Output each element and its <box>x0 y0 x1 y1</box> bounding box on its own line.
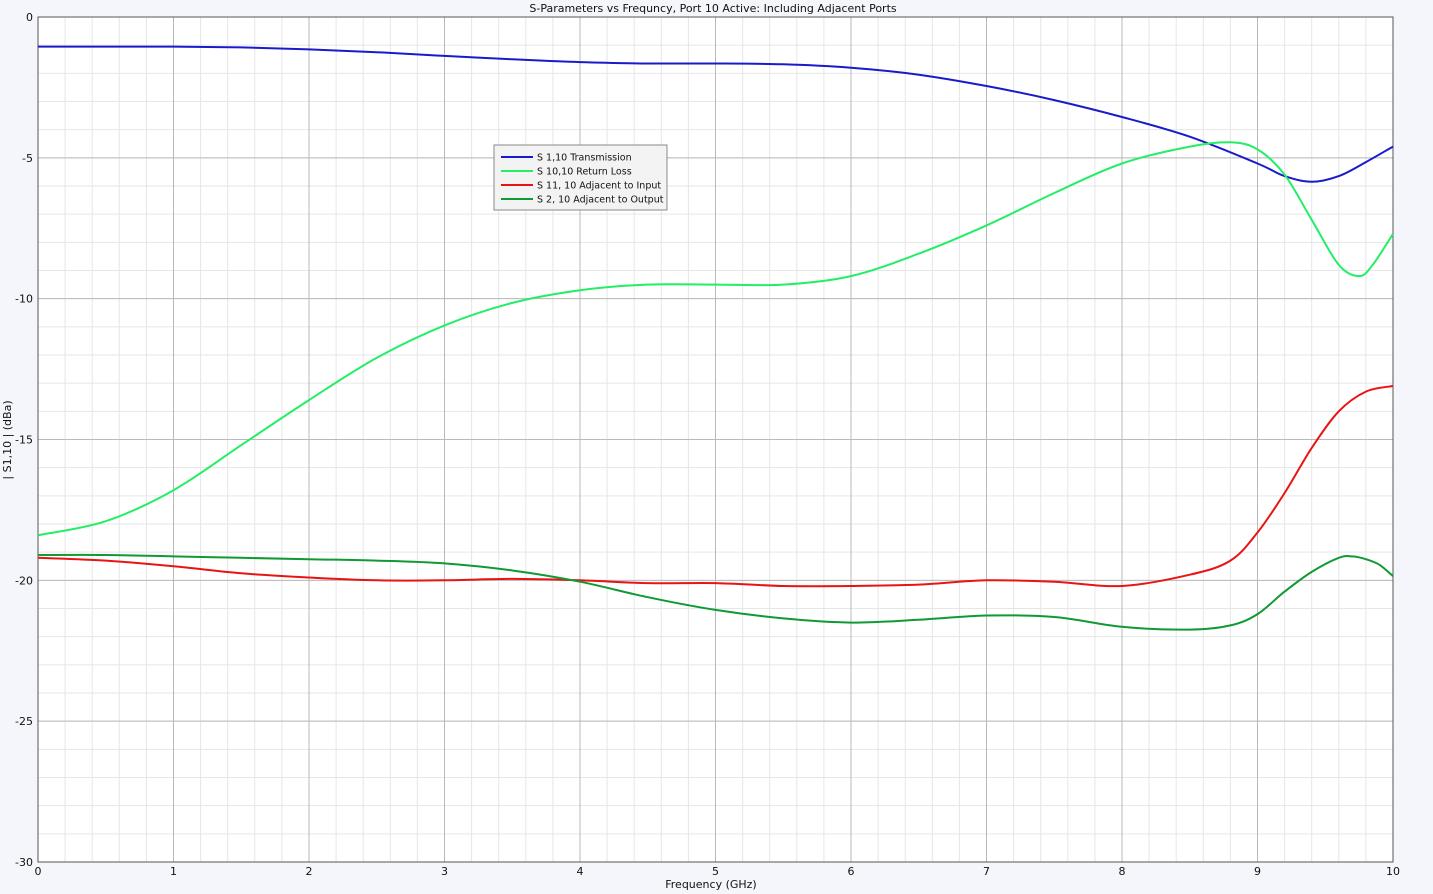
chart-title: S-Parameters vs Frequncy, Port 10 Active… <box>529 2 897 15</box>
x-tick-label: 9 <box>1254 865 1261 878</box>
x-tick-label: 8 <box>1119 865 1126 878</box>
s-parameter-chart: 0 1 2 3 4 5 6 7 8 9 10 0 -5 -10 -15 -20 -25 -30 S-Parame… <box>0 0 1433 894</box>
y-tick-label: -20 <box>15 574 33 587</box>
x-tick-label: 3 <box>441 865 448 878</box>
x-tick-label: 2 <box>306 865 313 878</box>
y-tick-label: -10 <box>15 293 33 306</box>
y-tick-label: -25 <box>15 715 33 728</box>
legend-label-s10-10-return-loss: S 10,10 Return Loss <box>537 167 632 178</box>
x-tick-label: 10 <box>1386 865 1400 878</box>
x-tick-label: 5 <box>712 865 719 878</box>
y-tick-label: 0 <box>26 11 33 24</box>
x-tick-label: 0 <box>35 865 42 878</box>
x-tick-label: 4 <box>577 865 584 878</box>
legend-label-s2-10-adjacent-output: S 2, 10 Adjacent to Output <box>537 195 664 206</box>
y-axis-label: | S1,10 | (dBa) <box>1 400 14 479</box>
y-tick-label: -30 <box>15 856 33 869</box>
y-tick-label: -15 <box>15 434 33 447</box>
x-tick-label: 6 <box>848 865 855 878</box>
x-tick-label: 7 <box>983 865 990 878</box>
legend-label-s1-10-transmission: S 1,10 Transmission <box>537 153 632 164</box>
x-axis-label: Frequency (GHz) <box>665 878 756 891</box>
legend: S 1,10 Transmission S 10,10 Return Loss S … <box>493 144 668 211</box>
x-tick-label: 1 <box>170 865 177 878</box>
legend-label-s11-10-adjacent-input: S 11, 10 Adjacent to Input <box>537 181 661 192</box>
y-tick-label: -5 <box>22 152 33 165</box>
